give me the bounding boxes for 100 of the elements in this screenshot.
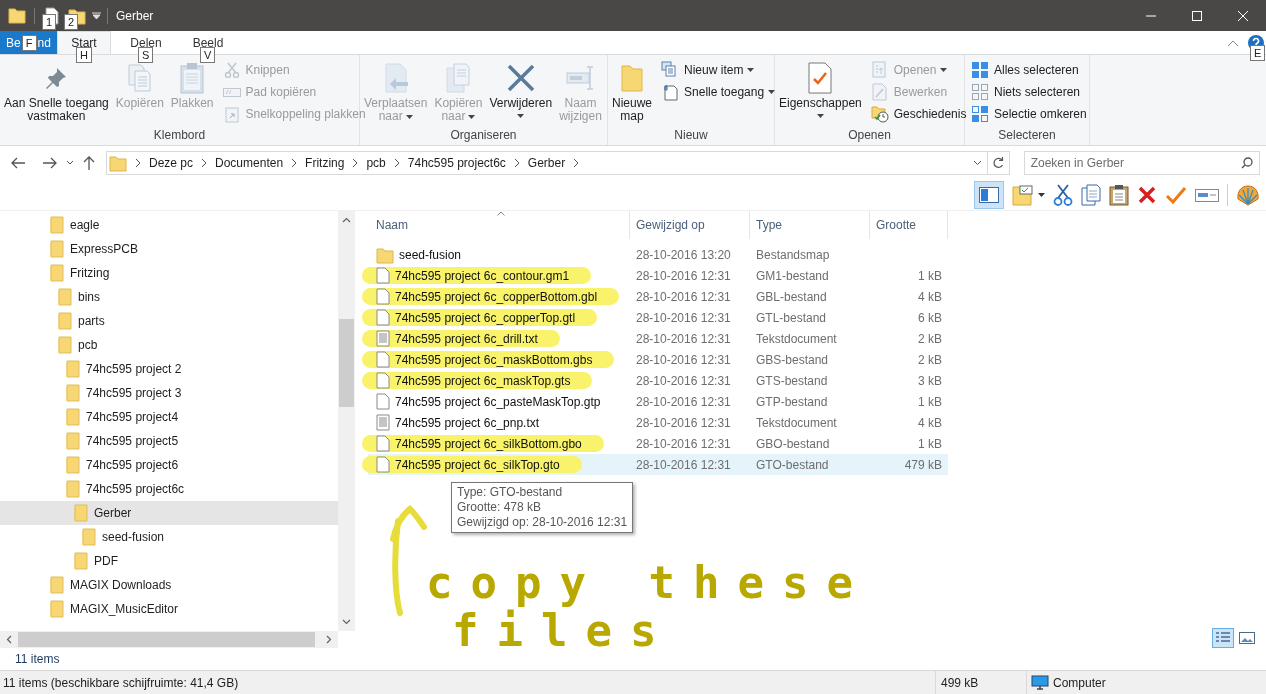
collapse-ribbon-icon[interactable] [1228,39,1238,46]
view-button[interactable] [1212,628,1234,648]
group-label: Klembord [152,127,207,144]
modified-cell-text: 28-10-2016 12:31 [635,267,732,285]
breadcrumb[interactable]: Documenten [215,154,284,172]
breadcrumb[interactable]: Gerber [527,154,566,172]
file-name: 74hc595 project 6c_pasteMaskTop.gtp [395,393,601,411]
tree-item[interactable]: 74hc595 project 2 [0,357,338,381]
details-view-icon [1215,631,1231,645]
tree-item[interactable]: MAGIX_MusicEditor [0,597,338,621]
scroll-thumb[interactable] [18,632,315,647]
ribbon-button[interactable]: Niets selecteren [968,81,1089,103]
file-row[interactable]: 74hc595 project 6c_pnp.txt 28-10-2016 12:31 Tekstdocument 4 kB [368,412,948,433]
dropdown-icon[interactable] [972,160,982,166]
back-icon[interactable] [10,156,26,170]
file-row[interactable]: 74hc595 project 6c_copperBottom.gbl 28-10-2016 12:31 GBL-bestand 4 kB [368,286,948,307]
delete-icon[interactable] [1137,185,1157,205]
maximize-icon[interactable] [1192,10,1202,21]
file-name: 74hc595 project 6c_maskTop.gts [395,372,571,390]
scroll-thumb[interactable] [339,319,354,407]
ribbon-button[interactable]: Geschiedenis [867,103,969,125]
file-row[interactable]: 74hc595 project 6c_copperTop.gtl 28-10-2016 12:31 GTL-bestand 6 kB [368,307,948,328]
documents-icon [126,63,153,93]
breadcrumb[interactable]: Deze pc [149,154,194,172]
vertical-scrollbar[interactable] [338,211,355,631]
file-icon [376,288,390,305]
scroll-left-icon[interactable] [6,635,12,644]
item-count: 11 items [15,651,60,668]
close-icon[interactable] [1238,10,1248,21]
folder-icon [74,552,88,570]
clipboard-icon[interactable] [1109,184,1129,206]
file-row[interactable]: 74hc595 project 6c_pasteMaskTop.gtp 28-10-2016 12:31 GTP-bestand 1 kB [368,391,948,412]
chevron-icon [393,159,400,167]
scissors-icon[interactable] [1053,184,1073,206]
tree-item[interactable]: parts [0,309,338,333]
search-input[interactable]: Zoeken in Gerber [1024,152,1241,174]
tree-item[interactable]: seed-fusion [0,525,338,549]
ribbon-button[interactable]: Snelle toegang [658,81,778,103]
ribbon-button[interactable]: Verwijderen [486,59,556,127]
tree-item[interactable]: ExpressPCB [0,237,338,261]
type-cell-text: Bestandsmap [755,246,831,264]
tree-item[interactable]: Fritzing [0,261,338,285]
file-row[interactable]: 74hc595 project 6c_maskTop.gts 28-10-2016 12:31 GTS-bestand 3 kB [368,370,948,391]
scroll-right-icon[interactable] [326,635,332,644]
size-cell-text: 1 kB [918,393,942,411]
file-row[interactable]: 74hc595 project 6c_silkBottom.gbo 28-10-2016 12:31 GBO-bestand 1 kB [368,433,948,454]
ribbon-button[interactable]: Selectie omkeren [968,103,1089,125]
breadcrumb[interactable]: 74hc595 project6c [407,154,506,172]
tree-item[interactable]: 74hc595 project 3 [0,381,338,405]
folder-icon [109,154,127,172]
file-row[interactable]: 74hc595 project 6c_contour.gm1 28-10-2016 12:31 GM1-bestand 1 kB [368,265,948,286]
file-tab[interactable]: Be F nd [0,31,57,54]
preview-pane-button[interactable] [974,181,1004,209]
horizontal-scrollbar[interactable] [0,631,338,648]
file-row[interactable]: seed-fusion 28-10-2016 13:20 Bestandsmap [368,244,948,265]
rename-icon[interactable] [1195,187,1219,203]
computer-icon [1031,674,1049,691]
tree-item[interactable]: eagle [0,213,338,237]
scroll-down-icon[interactable] [342,619,351,625]
breadcrumb[interactable]: pcb [366,154,386,172]
recent-locations-icon[interactable] [66,160,74,166]
caret-icon[interactable] [1038,193,1045,197]
breadcrumb[interactable]: Fritzing [305,154,345,172]
shell-icon[interactable] [1236,183,1260,207]
folder-icon [58,288,72,306]
copy-icon[interactable] [1081,184,1101,206]
tree-item[interactable]: 74hc595 project6c [0,477,338,501]
search-box[interactable]: Zoeken in Gerber [1023,151,1260,175]
ribbon-button[interactable]: Nieuw item [658,59,778,81]
column-header[interactable]: Naam [368,211,630,239]
column-header[interactable]: Gewijzigd op [630,211,750,239]
tree-item[interactable]: MAGIX Downloads [0,573,338,597]
ribbon-button[interactable]: Eigenschappen [776,59,865,127]
modified-cell-text: 28-10-2016 12:31 [635,372,732,390]
tree-item[interactable]: PDF [0,549,338,573]
address-bar[interactable]: Deze pc Documenten Fritzing pcb 74hc595 project6c Gerber [106,151,988,175]
tree-item[interactable]: bins [0,285,338,309]
ribbon-button[interactable]: Alles selecteren [968,59,1089,81]
column-header[interactable]: Grootte [870,211,948,239]
column-header[interactable]: Type [750,211,870,239]
forward-icon[interactable] [42,156,58,170]
text-file-icon [376,414,390,431]
type-cell-text: GTO-bestand [755,456,830,474]
refresh-button[interactable] [987,151,1010,175]
tree-item[interactable]: 74hc595 project5 [0,429,338,453]
key-tip: V [200,47,216,63]
scroll-up-icon[interactable] [342,217,351,223]
up-icon[interactable] [82,155,96,171]
file-row[interactable]: 74hc595 project 6c_drill.txt 28-10-2016 12:31 Tekstdocument 2 kB [368,328,948,349]
tree-item[interactable]: 74hc595 project6 [0,453,338,477]
file-row[interactable]: 74hc595 project 6c_maskBottom.gbs 28-10-2016 12:31 GBS-bestand 2 kB [368,349,948,370]
checkmark-icon[interactable] [1165,185,1187,205]
size-cell-text: 1 kB [918,267,942,285]
folder-icon [66,360,80,378]
tree-item[interactable]: Gerber [0,501,338,525]
type-cell-text: GTL-bestand [755,309,828,327]
tree-item[interactable]: pcb [0,333,338,357]
tree-item[interactable]: 74hc595 project4 [0,405,338,429]
ribbon-button[interactable]: Nieuwe map [609,59,656,127]
modified-cell-text: 28-10-2016 12:31 [635,330,732,348]
